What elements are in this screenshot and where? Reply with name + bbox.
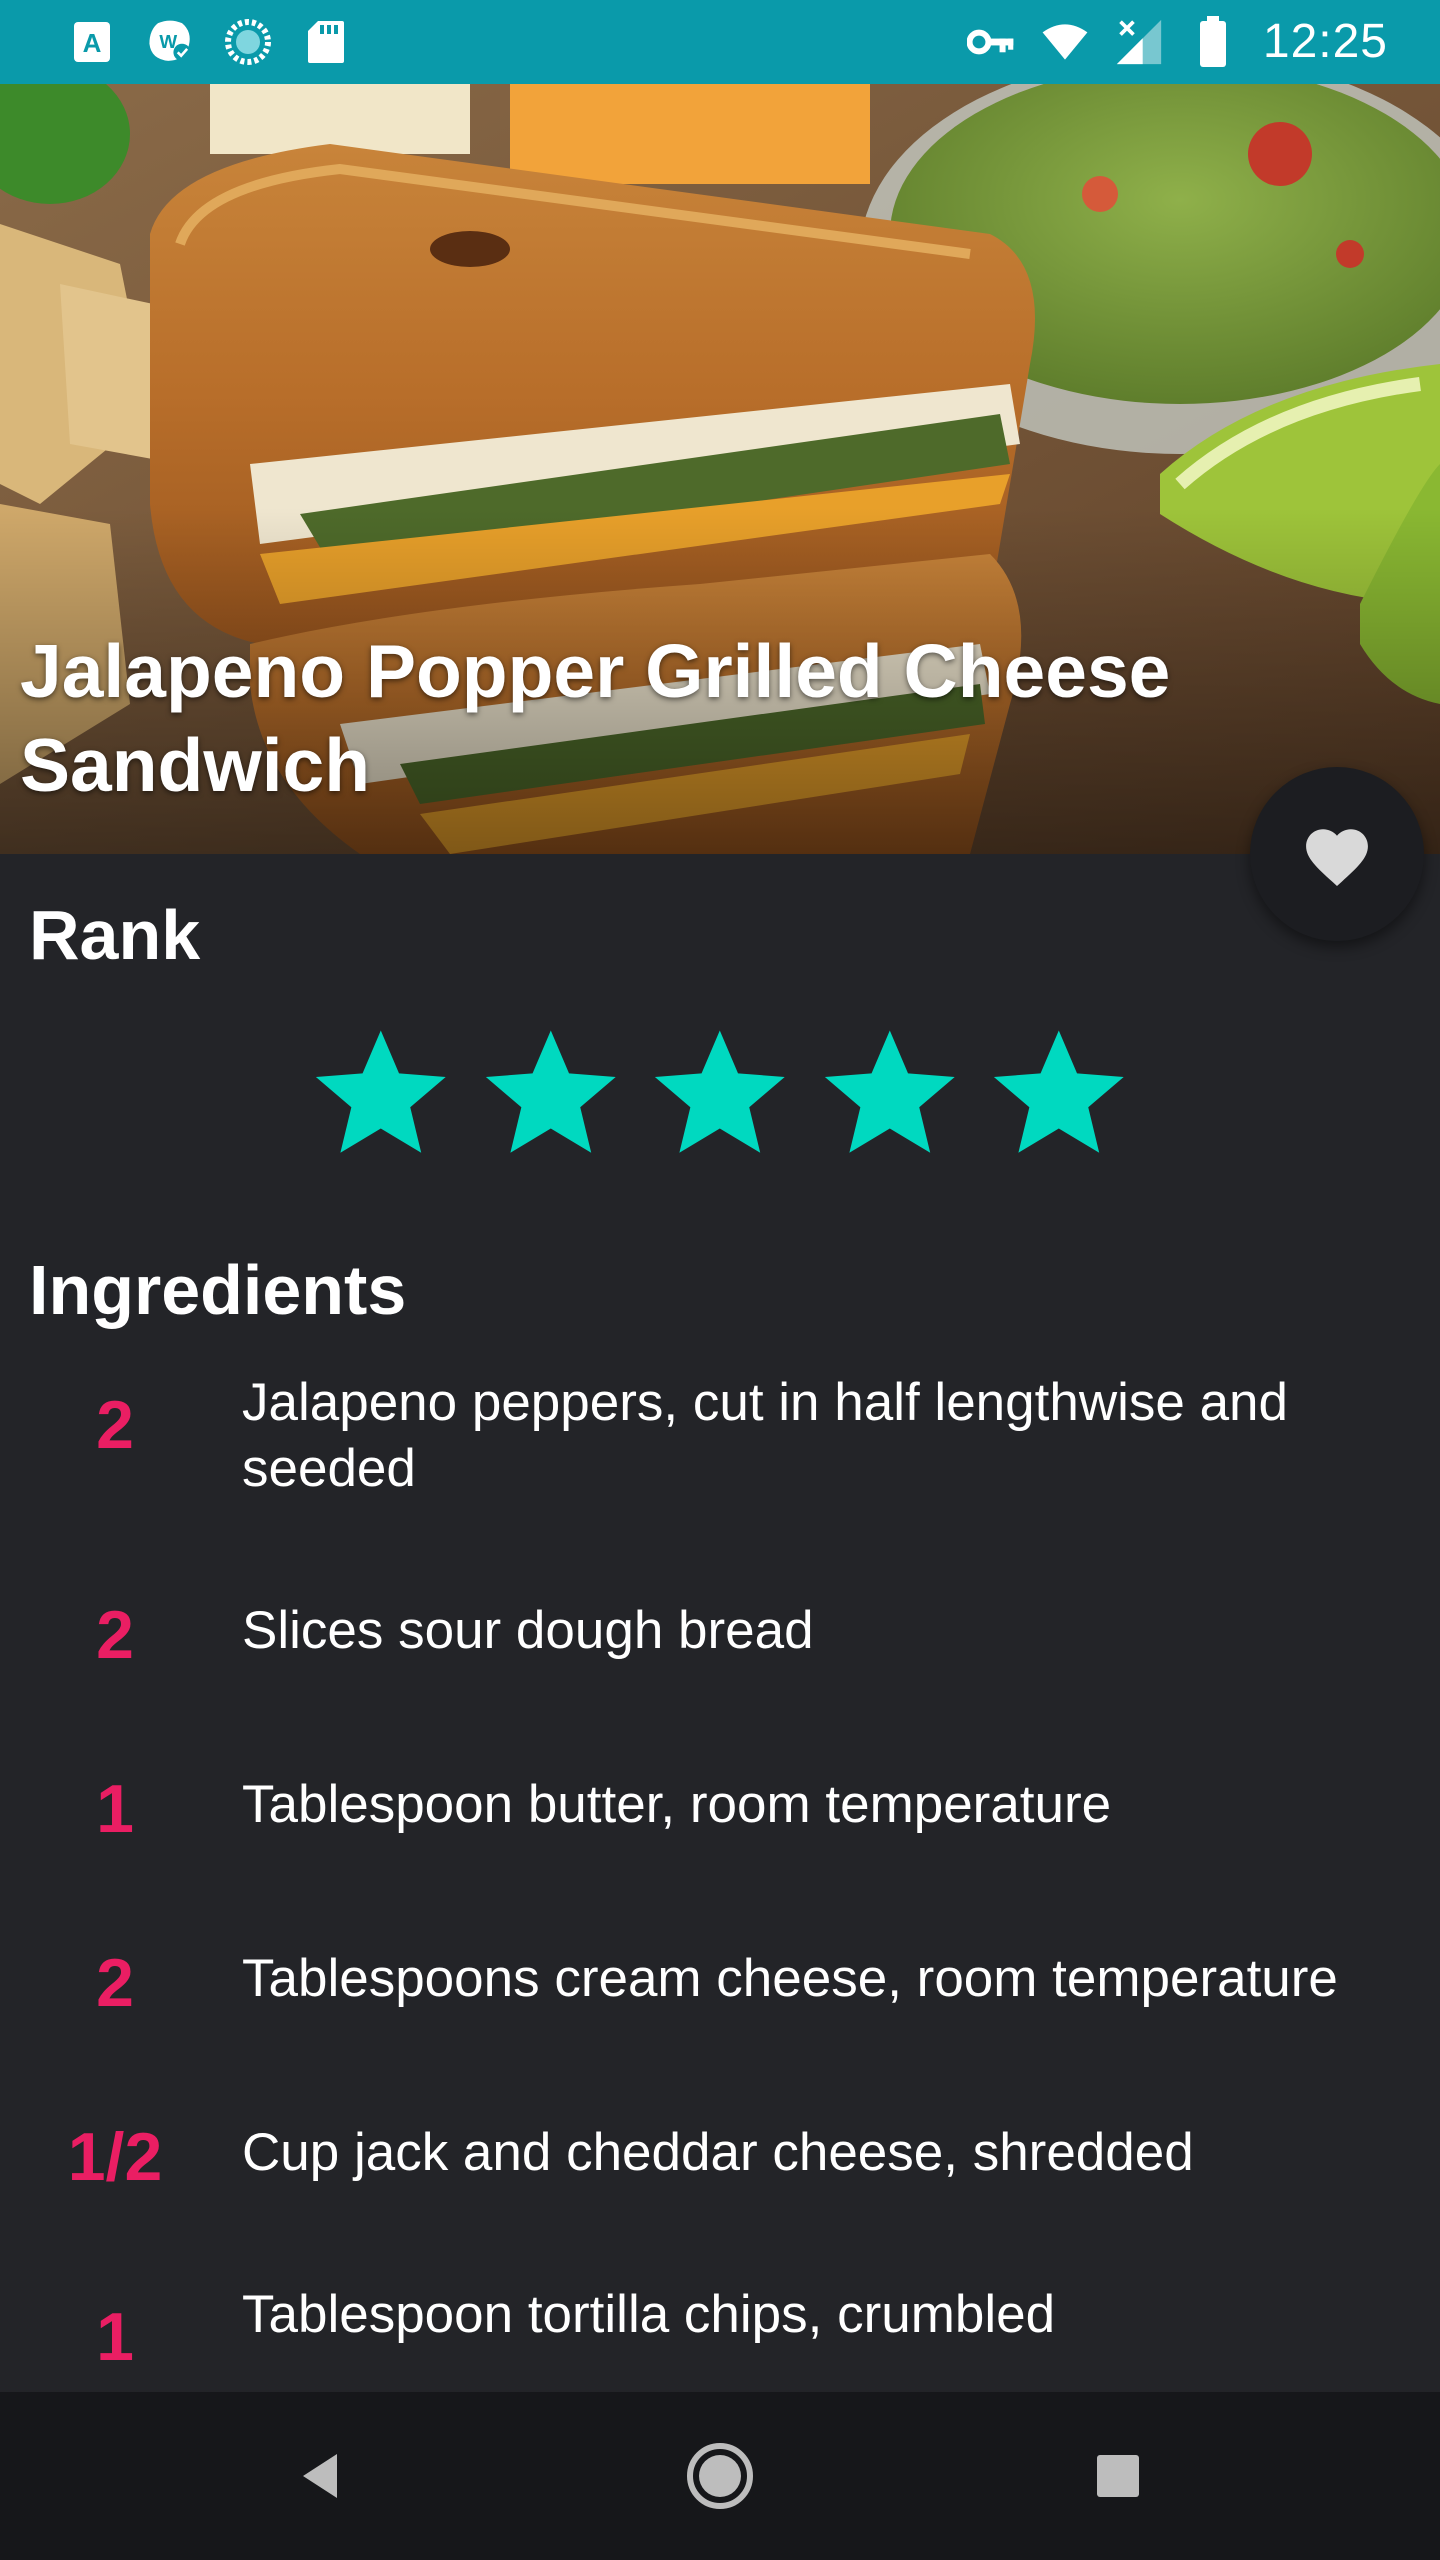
heart-icon (1306, 829, 1368, 886)
recents-button[interactable] (1078, 2436, 1158, 2516)
vpn-key-icon (966, 18, 1015, 66)
back-icon (303, 2454, 337, 2498)
recipe-title: Jalapeno Popper Grilled Cheese Sandwich (20, 629, 1171, 807)
sd-card-icon (302, 18, 350, 66)
ingredient-text: Tablespoons cream cheese, room temperatu… (242, 1949, 1338, 2008)
status-bar-notifications: A W (68, 18, 350, 66)
star-icon[interactable] (480, 1020, 622, 1165)
star-icon[interactable] (310, 1020, 452, 1165)
status-clock: 12:25 (1262, 15, 1388, 68)
ingredient-quantity: 1/2 (67, 2119, 163, 2195)
ingredient-text: Tablespoon tortilla chips, crumbled (242, 2285, 1056, 2344)
ingredient-text: Cup jack and cheddar cheese, shredded (242, 2123, 1194, 2182)
svg-text:A: A (83, 28, 102, 58)
recents-icon (1097, 2455, 1139, 2497)
ingredient-text: Tablespoon butter, room temperature (242, 1775, 1112, 1834)
wifi-icon (1041, 18, 1089, 66)
a-icon: A (68, 18, 116, 66)
ingredient-quantity: 1 (96, 1771, 134, 1847)
ingredient-text: Slices sour dough bread (242, 1601, 814, 1660)
star-icon[interactable] (819, 1020, 961, 1165)
home-button[interactable] (680, 2436, 760, 2516)
ingredient-quantity: 2 (96, 1387, 134, 1463)
ingredient-quantity: 2 (96, 1945, 134, 2021)
battery-icon (1189, 16, 1237, 67)
favorite-button[interactable] (1250, 767, 1424, 941)
w-check-icon: W (146, 18, 194, 66)
navigation-bar (0, 2392, 1440, 2560)
sync-circle-icon (224, 18, 272, 66)
ingredients-heading: Ingredients (29, 1251, 407, 1329)
signal-off-icon (1115, 18, 1163, 66)
rating-bar[interactable] (310, 1020, 1130, 1170)
home-icon (687, 2443, 753, 2509)
status-bar-system: 12:25 (966, 14, 1388, 70)
ingredient-quantity: 2 (96, 1597, 134, 1673)
ingredient-quantity: 1 (96, 2299, 134, 2375)
recipe-hero-image: Jalapeno Popper Grilled Cheese Sandwich (0, 84, 1440, 854)
star-icon[interactable] (988, 1020, 1130, 1165)
status-bar: A W 12:25 (0, 0, 1440, 84)
back-button[interactable] (280, 2436, 360, 2516)
star-icon[interactable] (649, 1020, 791, 1165)
ingredient-text: Jalapeno peppers, cut in half lengthwise… (242, 1373, 1288, 1498)
rank-heading: Rank (29, 896, 201, 974)
